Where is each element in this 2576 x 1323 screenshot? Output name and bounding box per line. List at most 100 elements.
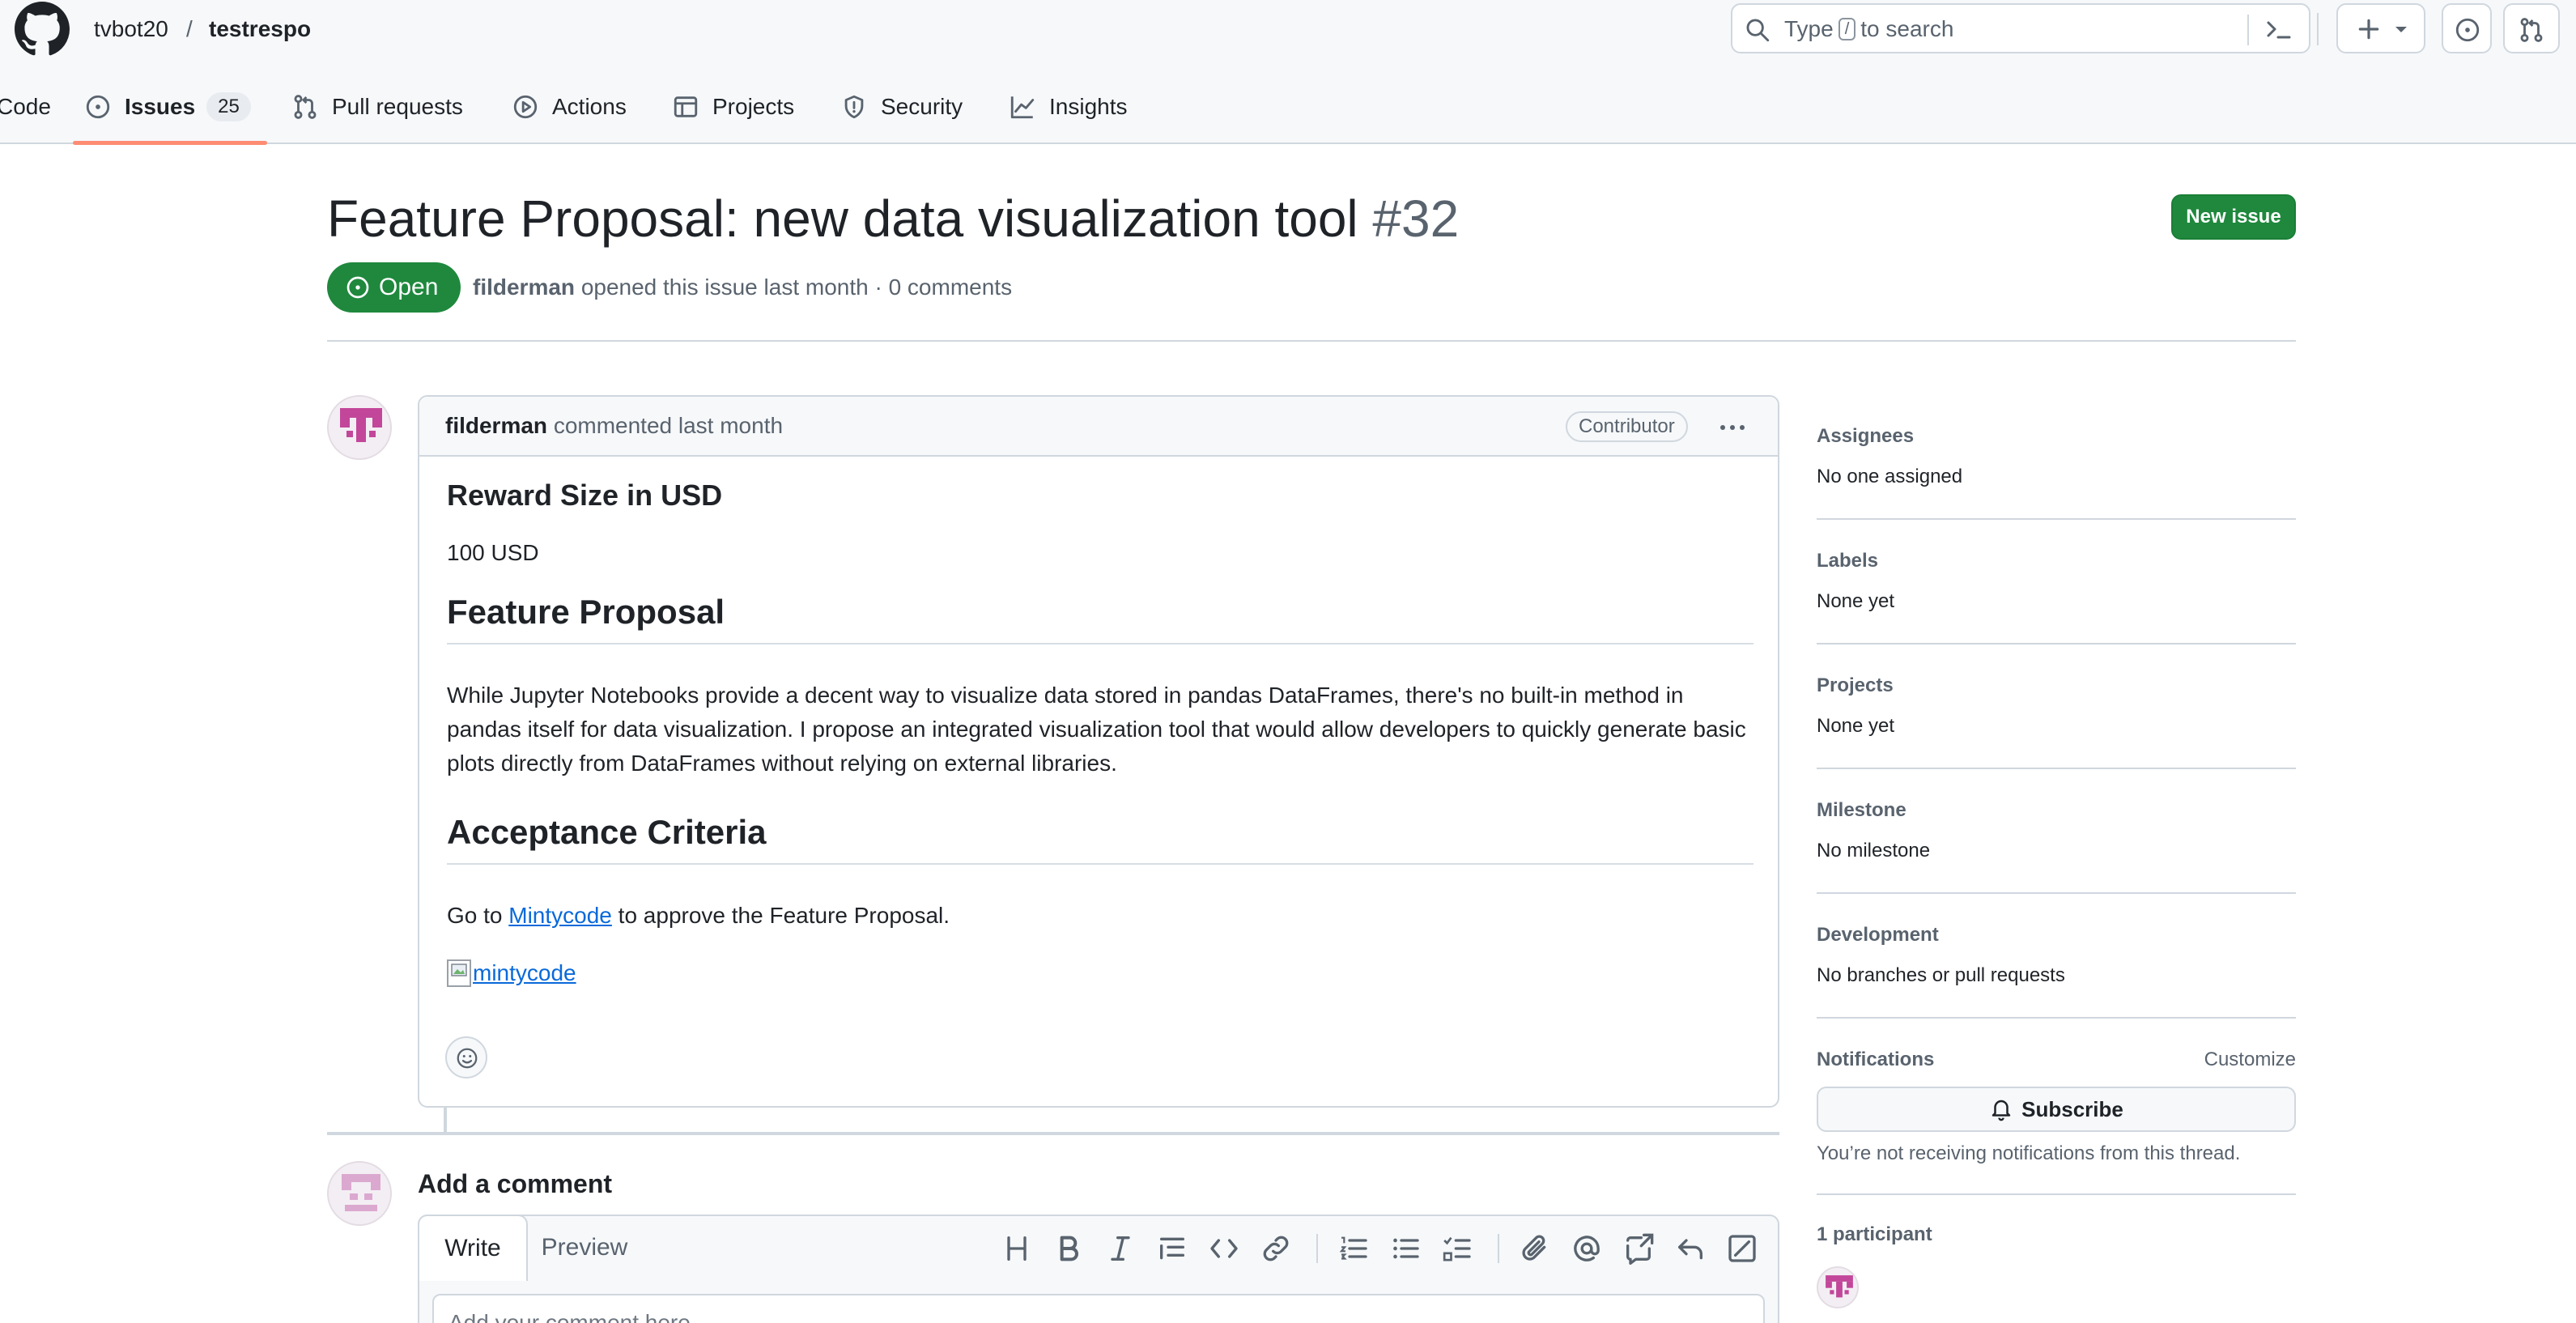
role-badge: Contributor [1566,411,1688,442]
add-reaction-button[interactable] [445,1036,487,1078]
git-pull-request-icon [2520,18,2543,42]
identicon-icon [329,397,390,458]
proposal-heading: Feature Proposal [447,591,1753,644]
development-value: No branches or pull requests [1817,964,2065,986]
your-pull-requests-button[interactable] [2503,3,2560,53]
timeline-connector [444,1108,447,1132]
tab-write[interactable]: Write [418,1215,528,1281]
graph-icon [1010,96,1035,119]
kebab-horizontal-icon[interactable] [1713,413,1752,442]
issue-title-text: Feature Proposal: new data visualization… [327,189,1358,248]
participant-avatar[interactable] [1817,1266,1859,1308]
mintycode-image-link[interactable]: mintycode [447,957,576,989]
timeline-divider [327,1132,1779,1135]
breadcrumb-separator: / [186,16,193,41]
toolbar-divider [1316,1234,1318,1263]
command-palette-icon[interactable] [2259,13,2299,47]
new-issue-button[interactable]: New issue [2171,194,2296,240]
create-new-button[interactable] [2336,3,2425,53]
issue-comment: filderman commented last month Contribut… [418,395,1779,1108]
breadcrumb-repo[interactable]: testrespo [209,15,311,44]
sidebar-divider [1817,1017,2296,1019]
identicon-icon [329,1163,390,1224]
subscribe-button[interactable]: Subscribe [1817,1087,2296,1132]
comment-author-link[interactable]: filderman [445,413,547,438]
header-divider [2317,13,2319,45]
tab-pull-requests[interactable]: Pull requests [291,84,463,130]
italic-icon[interactable] [1104,1232,1137,1265]
breadcrumb-owner[interactable]: tvbot20 [94,15,168,44]
quote-icon[interactable] [1156,1232,1188,1265]
projects-label[interactable]: Projects [1817,674,1894,698]
mintycode-image-alt[interactable]: mintycode [473,957,576,989]
search-input[interactable]: Type / to search [1731,3,2310,53]
link-icon[interactable] [1260,1232,1292,1265]
sidebar-divider [1817,892,2296,894]
customize-link[interactable]: Customize [2204,1048,2296,1072]
unordered-list-icon[interactable] [1389,1232,1422,1265]
cross-reference-icon[interactable] [1622,1232,1655,1265]
mention-icon[interactable] [1571,1232,1603,1265]
labels-value: None yet [1817,590,1895,612]
criteria-text: Go to Mintycode to approve the Feature P… [447,903,950,928]
proposal-text: While Jupyter Notebooks provide a decent… [447,683,1746,776]
sidebar-divider [1817,518,2296,520]
comment-byline: filderman commented last month [445,411,783,440]
your-issues-button[interactable] [2442,3,2492,53]
tab-insights[interactable]: Insights [1009,84,1128,130]
issues-counter: 25 [206,92,251,121]
heading-icon[interactable] [1001,1232,1033,1265]
tab-actions-label: Actions [552,94,627,119]
participants-label: 1 participant [1817,1223,1932,1245]
sidebar-divider [1817,643,2296,644]
tab-issues[interactable]: Issues 25 [84,84,251,130]
tab-preview[interactable]: Preview [528,1216,641,1279]
selected-tab-indicator [73,141,267,145]
comment-editor: Write Preview Add your comment here... [418,1215,1779,1323]
search-divider [2247,15,2249,45]
tab-code-label: Code [0,94,51,119]
sidebar-divider [1817,1193,2296,1195]
tab-code[interactable]: Code [0,84,51,130]
table-icon [674,96,698,117]
reply-icon[interactable] [1674,1232,1707,1265]
identicon-icon [1818,1268,1857,1307]
milestone-value: No milestone [1817,840,1931,861]
search-icon [1746,19,1770,42]
chevron-down-icon [2395,27,2407,32]
labels-label[interactable]: Labels [1817,549,1878,573]
avatar[interactable] [327,395,392,460]
github-logo-icon[interactable] [15,2,70,57]
development-label[interactable]: Development [1817,923,1939,947]
ordered-list-icon[interactable] [1337,1232,1370,1265]
reward-heading: Reward Size in USD [447,479,723,512]
issue-state-badge: Open [327,262,461,313]
mintycode-link[interactable]: Mintycode [508,903,612,928]
bell-icon [1992,1100,2011,1121]
comment-timestamp[interactable]: commented last month [554,413,783,438]
assignees-label[interactable]: Assignees [1817,424,1914,449]
tab-projects[interactable]: Projects [672,84,794,130]
issue-opened-icon [2455,18,2480,42]
assignees-value: No one assigned [1817,466,1963,487]
code-icon[interactable] [1208,1232,1240,1265]
issue-number: #32 [1372,189,1460,248]
issue-title: Feature Proposal: new data visualization… [327,186,1459,251]
bold-icon[interactable] [1052,1232,1085,1265]
issue-author-link[interactable]: filderman [473,274,575,300]
tab-insights-label: Insights [1049,94,1128,119]
plus-icon [2358,19,2379,40]
task-list-icon[interactable] [1441,1232,1473,1265]
reward-value: 100 USD [447,540,539,565]
comment-textarea[interactable]: Add your comment here... [432,1294,1765,1323]
broken-image-icon [447,959,471,987]
tab-projects-label: Projects [712,94,795,119]
paperclip-icon[interactable] [1519,1232,1551,1265]
milestone-label[interactable]: Milestone [1817,798,1906,823]
tab-actions[interactable]: Actions [512,84,627,130]
git-pull-request-icon [294,95,317,119]
tab-security[interactable]: Security [840,84,963,130]
notifications-label: Notifications [1817,1049,1935,1070]
subscribe-label: Subscribe [2021,1096,2123,1121]
fullscreen-icon[interactable] [1726,1232,1758,1265]
